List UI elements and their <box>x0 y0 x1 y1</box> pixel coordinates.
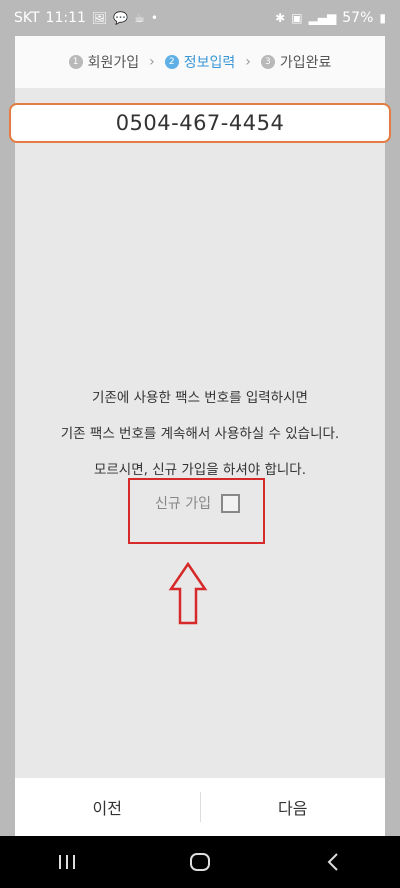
dialog-footer: 이전 다음 <box>15 778 385 836</box>
notice-line-1: 기존에 사용한 팩스 번호를 입력하시면 <box>92 390 308 406</box>
system-nav-bar <box>0 836 400 888</box>
notice-line-2: 기존 팩스 번호를 계속해서 사용하실 수 있습니다. <box>60 426 340 442</box>
notice-text: 기존에 사용한 팩스 번호를 입력하시면 기존 팩스 번호를 계속해서 사용하실… <box>15 380 385 488</box>
fax-number-value: 0504-467-4454 <box>115 111 285 135</box>
step-signup: 1 회원가입 <box>68 52 140 72</box>
step-chevron-icon: › <box>245 54 251 70</box>
dot-icon: • <box>150 11 158 25</box>
chat-icon: 💬 <box>113 11 129 25</box>
new-join-checkbox[interactable] <box>220 493 240 513</box>
recents-icon <box>58 855 75 869</box>
step-label: 회원가입 <box>87 55 140 71</box>
next-button[interactable]: 다음 <box>201 795 386 819</box>
signal-icon: ▂▄▆ <box>308 11 337 25</box>
status-right: ✱ ▣ ▂▄▆ 57% ▮ <box>275 10 386 26</box>
step-info-input: 2 정보입력 <box>164 52 236 72</box>
new-join-option[interactable]: 신규 가입 <box>155 491 265 515</box>
back-button[interactable] <box>303 842 363 882</box>
step-label: 정보입력 <box>183 55 236 71</box>
home-icon <box>189 853 210 871</box>
prev-button[interactable]: 이전 <box>15 795 200 819</box>
gallery-icon: 🖼 <box>91 11 108 25</box>
status-left: SKT 11:11 🖼 💬 ☕ • <box>14 10 158 26</box>
step-number: 1 <box>68 55 83 69</box>
coffee-icon: ☕ <box>134 11 145 25</box>
clock: 11:11 <box>45 10 86 26</box>
step-label: 가입완료 <box>279 55 332 71</box>
volte-icon: ▣ <box>291 11 303 25</box>
new-join-label: 신규 가입 <box>155 496 211 512</box>
signup-dialog: 1 회원가입 › 2 정보입력 › 3 가입완료 0504-467-4454 기… <box>9 36 391 836</box>
red-up-arrow-icon <box>168 562 208 625</box>
step-number: 3 <box>260 55 275 69</box>
step-chevron-icon: › <box>149 54 155 70</box>
fax-number-field[interactable]: 0504-467-4454 <box>9 103 391 143</box>
step-number: 2 <box>164 55 179 69</box>
battery-percent: 57% <box>342 10 374 26</box>
carrier: SKT <box>14 10 40 26</box>
home-button[interactable] <box>170 842 230 882</box>
battery-icon: ▮ <box>379 11 386 25</box>
recents-button[interactable] <box>37 842 97 882</box>
bluetooth-icon: ✱ <box>275 11 286 25</box>
step-indicator: 1 회원가입 › 2 정보입력 › 3 가입완료 <box>15 36 385 88</box>
status-bar: SKT 11:11 🖼 💬 ☕ • ✱ ▣ ▂▄▆ 57% ▮ <box>0 0 400 36</box>
step-complete: 3 가입완료 <box>260 52 332 72</box>
back-icon <box>327 853 339 871</box>
